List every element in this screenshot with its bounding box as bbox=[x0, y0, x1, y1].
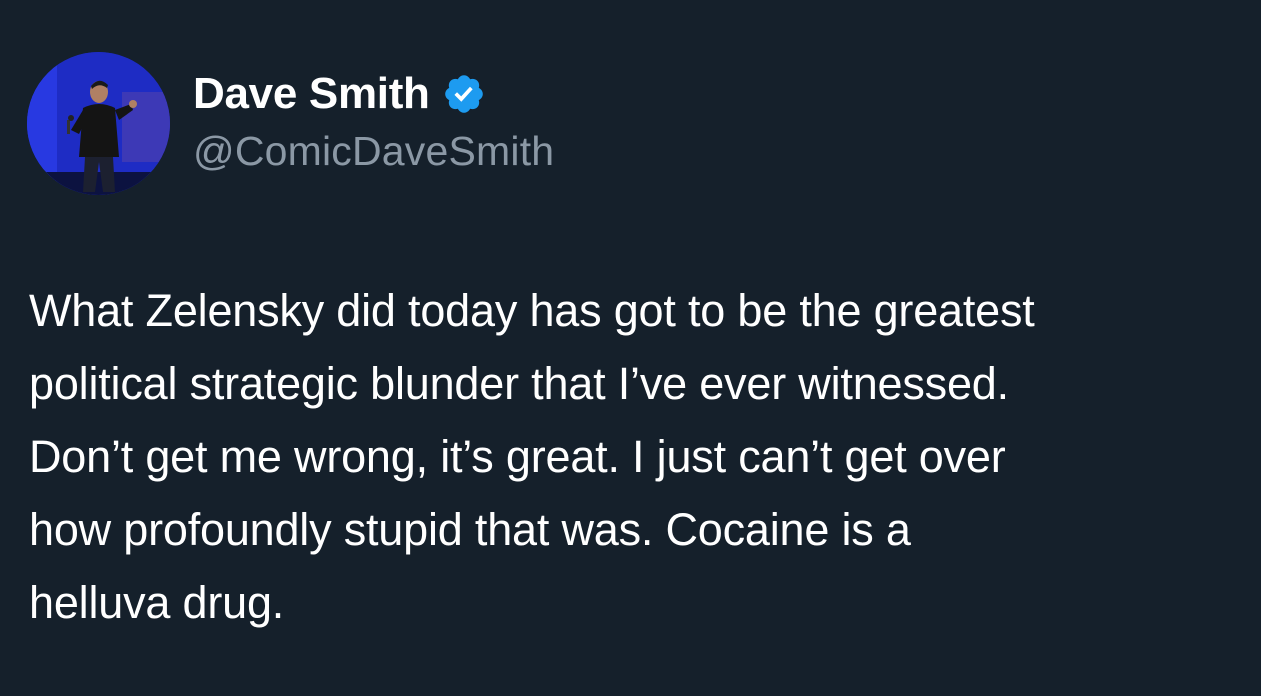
author-display-name[interactable]: Dave Smith bbox=[193, 69, 430, 119]
verified-badge-icon bbox=[442, 72, 486, 116]
tweet-text-line: helluva drug. bbox=[29, 577, 285, 628]
author-handle[interactable]: @ComicDaveSmith bbox=[193, 128, 554, 175]
tweet-text-line: how profoundly stupid that was. Cocaine … bbox=[29, 504, 911, 555]
tweet-text: What Zelensky did today has got to be th… bbox=[29, 274, 1254, 639]
tweet-card: Dave Smith @ComicDaveSmith What Zelensky… bbox=[0, 0, 1261, 696]
avatar-photo-icon bbox=[27, 52, 170, 195]
tweet-text-line: Don’t get me wrong, it’s great. I just c… bbox=[29, 431, 1006, 482]
author-name-row: Dave Smith bbox=[193, 64, 486, 124]
tweet-text-line: What Zelensky did today has got to be th… bbox=[29, 285, 1035, 336]
tweet-text-line: political strategic blunder that I’ve ev… bbox=[29, 358, 1009, 409]
author-avatar[interactable] bbox=[27, 52, 170, 195]
